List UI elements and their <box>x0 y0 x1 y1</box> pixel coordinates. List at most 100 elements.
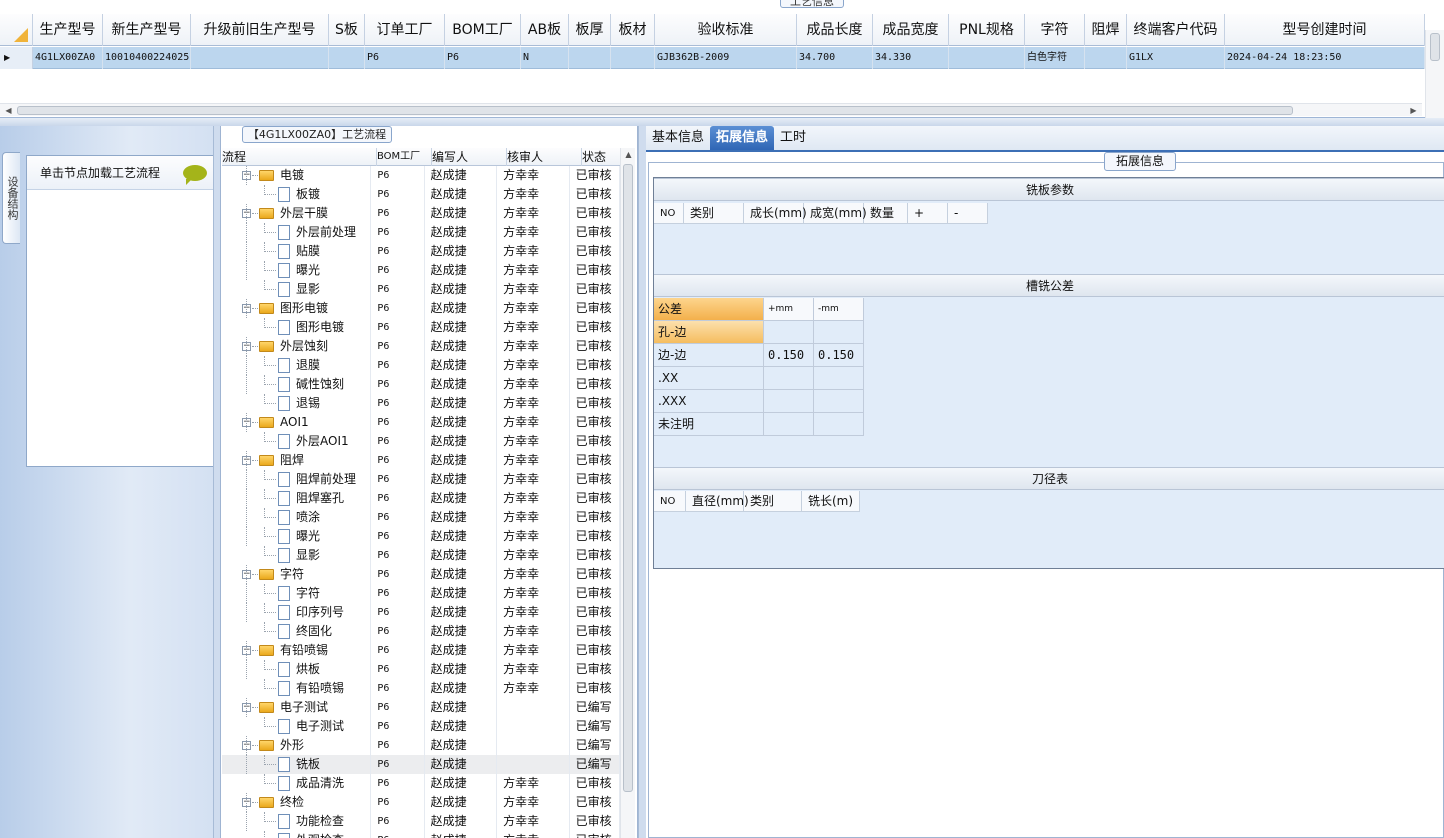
column-header[interactable]: 板厚 <box>569 14 611 46</box>
column-header[interactable]: 阻焊 <box>1085 14 1127 46</box>
tree-row[interactable]: 外层AOI1 P6 赵成捷 方幸幸 已审核 <box>222 432 620 451</box>
tolerance-cell[interactable] <box>814 413 864 435</box>
select-all-corner[interactable] <box>0 14 33 46</box>
tab-basic-info[interactable]: 基本信息 <box>646 126 710 150</box>
tolerance-row[interactable]: .XX <box>654 367 864 390</box>
tree-row[interactable]: 显影 P6 赵成捷 方幸幸 已审核 <box>222 546 620 565</box>
column-header[interactable]: 验收标准 <box>655 14 797 46</box>
tree-row[interactable]: 显影 P6 赵成捷 方幸幸 已审核 <box>222 280 620 299</box>
column-header[interactable]: 终端客户代码 <box>1127 14 1225 46</box>
tree-row[interactable]: 电子测试 P6 赵成捷 已编写 <box>222 717 620 736</box>
tree-row[interactable]: 外层前处理 P6 赵成捷 方幸幸 已审核 <box>222 223 620 242</box>
mill-column-header[interactable]: NO <box>654 203 684 224</box>
tree-row[interactable]: 印序列号 P6 赵成捷 方幸幸 已审核 <box>222 603 620 622</box>
column-header[interactable]: 生产型号 <box>33 14 103 46</box>
flow-column-header[interactable]: BOM工厂 <box>377 148 432 166</box>
column-header[interactable]: 成品宽度 <box>873 14 949 46</box>
tree-row[interactable]: − 阻焊 P6 赵成捷 方幸幸 已审核 <box>222 451 620 470</box>
tree-row[interactable]: 贴膜 P6 赵成捷 方幸幸 已审核 <box>222 242 620 261</box>
tolerance-cell[interactable] <box>764 413 814 435</box>
tool-column-header[interactable]: 类别 <box>744 491 802 512</box>
table-row[interactable]: ▶ 4G1LX00ZA0 10010400224025 P6 P6 N GJB362B-2… <box>0 47 1425 69</box>
tree-row[interactable]: 阻焊前处理 P6 赵成捷 方幸幸 已审核 <box>222 470 620 489</box>
flow-vertical-scrollbar[interactable]: ▲ <box>620 148 635 838</box>
tolerance-row[interactable]: 孔-边 <box>654 321 864 344</box>
tree-row[interactable]: 退膜 P6 赵成捷 方幸幸 已审核 <box>222 356 620 375</box>
tree-row[interactable]: 喷涂 P6 赵成捷 方幸幸 已审核 <box>222 508 620 527</box>
horizontal-splitter[interactable] <box>0 118 1444 126</box>
tree-row[interactable]: 退锡 P6 赵成捷 方幸幸 已审核 <box>222 394 620 413</box>
tree-row[interactable]: 曝光 P6 赵成捷 方幸幸 已审核 <box>222 261 620 280</box>
tab-ext-info[interactable]: 拓展信息 <box>710 126 775 150</box>
column-header[interactable]: 成品长度 <box>797 14 873 46</box>
tree-row[interactable]: − 有铅喷锡 P6 赵成捷 方幸幸 已审核 <box>222 641 620 660</box>
column-header[interactable]: 订单工厂 <box>365 14 445 46</box>
scroll-up-icon[interactable]: ▲ <box>621 150 636 159</box>
mill-column-header[interactable]: 成长(mm) <box>744 203 807 224</box>
tolerance-cell[interactable] <box>814 390 864 412</box>
tree-row[interactable]: 曝光 P6 赵成捷 方幸幸 已审核 <box>222 527 620 546</box>
flow-column-header[interactable]: 核审人 <box>507 148 582 166</box>
tree-row[interactable]: − 电镀 P6 赵成捷 方幸幸 已审核 <box>222 166 620 185</box>
tree-row[interactable]: 碱性蚀刻 P6 赵成捷 方幸幸 已审核 <box>222 375 620 394</box>
tree-row[interactable]: − 图形电镀 P6 赵成捷 方幸幸 已审核 <box>222 299 620 318</box>
tolerance-cell[interactable] <box>814 367 864 389</box>
column-header[interactable]: PNL规格 <box>949 14 1025 46</box>
tool-column-header[interactable]: 直径(mm) <box>686 491 749 512</box>
tolerance-cell[interactable]: 0.150 <box>764 344 814 366</box>
tree-row[interactable]: 外观检查 P6赵成捷方幸幸已审核 <box>222 831 620 838</box>
mill-column-header[interactable]: - <box>948 203 988 224</box>
tree-row[interactable]: − 字符 P6 赵成捷 方幸幸 已审核 <box>222 565 620 584</box>
tree-row[interactable]: 烘板 P6 赵成捷 方幸幸 已审核 <box>222 660 620 679</box>
column-header[interactable]: 字符 <box>1025 14 1085 46</box>
mill-column-header[interactable]: 类别 <box>684 203 744 224</box>
nav-tab-device-structure[interactable]: 设备结构 <box>2 152 20 244</box>
tolerance-cell[interactable] <box>814 321 864 343</box>
column-header[interactable]: 型号创建时间 <box>1225 14 1425 46</box>
tolerance-cell[interactable] <box>764 390 814 412</box>
flow-column-header[interactable]: 流程 <box>222 148 377 166</box>
mill-column-header[interactable]: 成宽(mm) <box>804 203 867 224</box>
tool-column-header[interactable]: 铣长(m) <box>802 491 860 512</box>
tree-row[interactable]: − 外层蚀刻 P6 赵成捷 方幸幸 已审核 <box>222 337 620 356</box>
tolerance-cell[interactable] <box>764 367 814 389</box>
tolerance-row[interactable]: .XXX <box>654 390 864 413</box>
tree-row[interactable]: 有铅喷锡 P6 赵成捷 方幸幸 已审核 <box>222 679 620 698</box>
scroll-left-icon[interactable]: ◀ <box>2 104 15 117</box>
tree-row[interactable]: 功能检查 P6 赵成捷 方幸幸 已审核 <box>222 812 620 831</box>
tree-row[interactable]: 成品清洗 P6 赵成捷 方幸幸 已审核 <box>222 774 620 793</box>
column-header[interactable]: BOM工厂 <box>445 14 521 46</box>
mill-column-header[interactable]: 数量 <box>864 203 908 224</box>
tree-row[interactable]: − 外层干膜 P6 赵成捷 方幸幸 已审核 <box>222 204 620 223</box>
column-header[interactable]: 升级前旧生产型号 <box>191 14 329 46</box>
tree-row[interactable]: 字符 P6 赵成捷 方幸幸 已审核 <box>222 584 620 603</box>
scroll-right-icon[interactable]: ▶ <box>1407 104 1420 117</box>
middle-splitter[interactable] <box>638 126 646 838</box>
column-header[interactable]: AB板 <box>521 14 569 46</box>
tree-row[interactable]: 终固化 P6 赵成捷 方幸幸 已审核 <box>222 622 620 641</box>
tree-row[interactable]: − AOI1 P6 赵成捷 方幸幸 已审核 <box>222 413 620 432</box>
horizontal-scrollbar[interactable]: ◀ ▶ <box>0 103 1422 116</box>
scroll-thumb[interactable] <box>623 164 633 792</box>
tolerance-row[interactable]: 边-边 0.150 0.150 <box>654 344 864 367</box>
tree-row[interactable]: 阻焊塞孔 P6 赵成捷 方幸幸 已审核 <box>222 489 620 508</box>
scroll-thumb[interactable] <box>17 106 1293 115</box>
column-header[interactable]: 新生产型号 <box>103 14 191 46</box>
column-header[interactable]: S板 <box>329 14 365 46</box>
tree-row[interactable]: 板镀 P6 赵成捷 方幸幸 已审核 <box>222 185 620 204</box>
flow-column-header[interactable]: 编写人 <box>432 148 507 166</box>
tolerance-row[interactable]: 未注明 <box>654 413 864 436</box>
tool-column-header[interactable]: NO <box>654 491 686 512</box>
vertical-scrollbar[interactable] <box>1425 30 1444 118</box>
tolerance-cell[interactable] <box>764 321 814 343</box>
tree-row[interactable]: − 终检 P6 赵成捷 方幸幸 已审核 <box>222 793 620 812</box>
tab-work-hours[interactable]: 工时 <box>774 126 812 150</box>
tree-row[interactable]: − 电子测试 P6 赵成捷 已编写 <box>222 698 620 717</box>
mill-column-header[interactable]: + <box>908 203 948 224</box>
tree-row[interactable]: − 外形 P6 赵成捷 已编写 <box>222 736 620 755</box>
tolerance-cell[interactable]: 0.150 <box>814 344 864 366</box>
tree-row[interactable]: 铣板 P6 赵成捷 已编写 <box>222 755 620 774</box>
scroll-thumb[interactable] <box>1430 33 1440 61</box>
tree-row[interactable]: 图形电镀 P6 赵成捷 方幸幸 已审核 <box>222 318 620 337</box>
column-header[interactable]: 板材 <box>611 14 655 46</box>
